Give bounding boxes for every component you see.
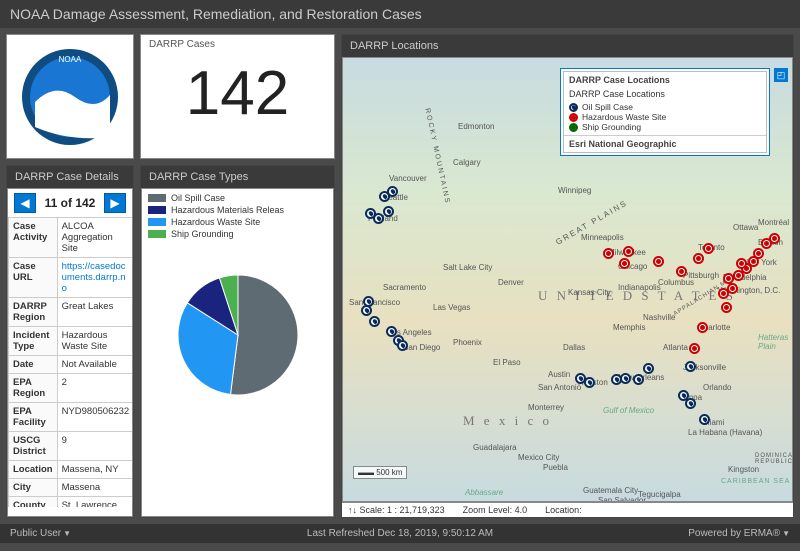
map-legend-title: DARRP Case Locations [564,72,766,88]
case-url-link[interactable]: https://casedocuments.darrp.no [62,261,126,294]
details-panel: DARRP Case Details ◀ 11 of 142 ▶ Case Ac… [6,165,134,518]
legend-item: Oil Spill Case [148,193,327,203]
map-legend-basemap: Esri National Geographic [564,135,766,152]
legend-item: Hazardous Waste Site [148,217,327,227]
svg-text:NOAA: NOAA [59,55,82,64]
noaa-logo-icon: NOAA [20,47,120,147]
table-row: Incident TypeHazardous Waste Site [9,327,133,356]
details-scroll[interactable]: Case ActivityALCOA Aggregation SiteCase … [8,217,132,507]
table-row: DateNot Available [9,356,133,374]
details-panel-body: ◀ 11 of 142 ▶ Case ActivityALCOA Aggrega… [7,188,133,517]
types-panel-body: Oil Spill Case Hazardous Materials Releas… [141,188,334,517]
map-canvas[interactable]: ◰ DARRP Case Locations DARRP Case Locati… [342,57,793,502]
app-header: NOAA Damage Assessment, Remediation, and… [0,0,800,28]
details-table: Case ActivityALCOA Aggregation SiteCase … [8,217,132,507]
powered-dropdown-icon[interactable]: ▼ [782,529,790,538]
table-row: CityMassena [9,479,133,497]
map-scale-bar: ▬▬ 500 km [353,466,407,479]
next-case-button[interactable]: ▶ [104,193,126,213]
app-title: NOAA Damage Assessment, Remediation, and… [10,6,422,22]
table-row: DARRP RegionGreat Lakes [9,298,133,327]
noaa-logo-card: NOAA [6,34,134,159]
map-legend-subtitle: DARRP Case Locations [564,88,766,102]
legend-item: Hazardous Materials Releas [148,205,327,215]
cases-panel-title: DARRP Cases [141,35,334,54]
types-panel: DARRP Case Types Oil Spill Case Hazardous… [140,165,335,518]
cases-count-card: DARRP Cases 142 [140,34,335,159]
map-status-bar: ↑↓ Scale: 1 : 21,719,323 Zoom Level: 4.0… [342,502,793,517]
user-dropdown-icon[interactable]: ▼ [63,529,71,538]
footer-refreshed: Last Refreshed Dec 18, 2019, 9:50:12 AM [307,528,493,539]
table-row: EPA FacilityNYD980506232 [9,403,133,432]
locations-panel-title: DARRP Locations [342,35,793,57]
legend-item: Ship Grounding [148,229,327,239]
table-row: Case URLhttps://casedocuments.darrp.no [9,258,133,298]
pie-chart [142,265,333,405]
footer-bar: Public User▼ Last Refreshed Dec 18, 2019… [0,524,800,543]
table-row: LocationMassena, NY [9,461,133,479]
footer-user: Public User [10,528,61,539]
table-row: USCG District9 [9,432,133,461]
cases-count-value: 142 [141,54,334,135]
types-legend: Oil Spill Case Hazardous Materials Releas… [142,189,333,245]
map-legend[interactable]: DARRP Case Locations DARRP Case Location… [560,68,770,156]
table-row: Case ActivityALCOA Aggregation Site [9,218,133,258]
footer-powered: Powered by ERMA® [688,528,780,539]
main-grid: NOAA DARRP Cases 142 DARRP Locations ◰ D… [0,28,800,524]
details-panel-title: DARRP Case Details [7,166,133,188]
types-panel-title: DARRP Case Types [141,166,334,188]
table-row: EPA Region2 [9,374,133,403]
table-row: CountySt. Lawrence [9,497,133,508]
map-expand-button[interactable]: ◰ [774,68,788,82]
locations-panel: DARRP Locations ◰ DARRP Case Locations D… [341,34,794,518]
prev-case-button[interactable]: ◀ [14,193,36,213]
case-position-label: 11 of 142 [45,196,96,210]
